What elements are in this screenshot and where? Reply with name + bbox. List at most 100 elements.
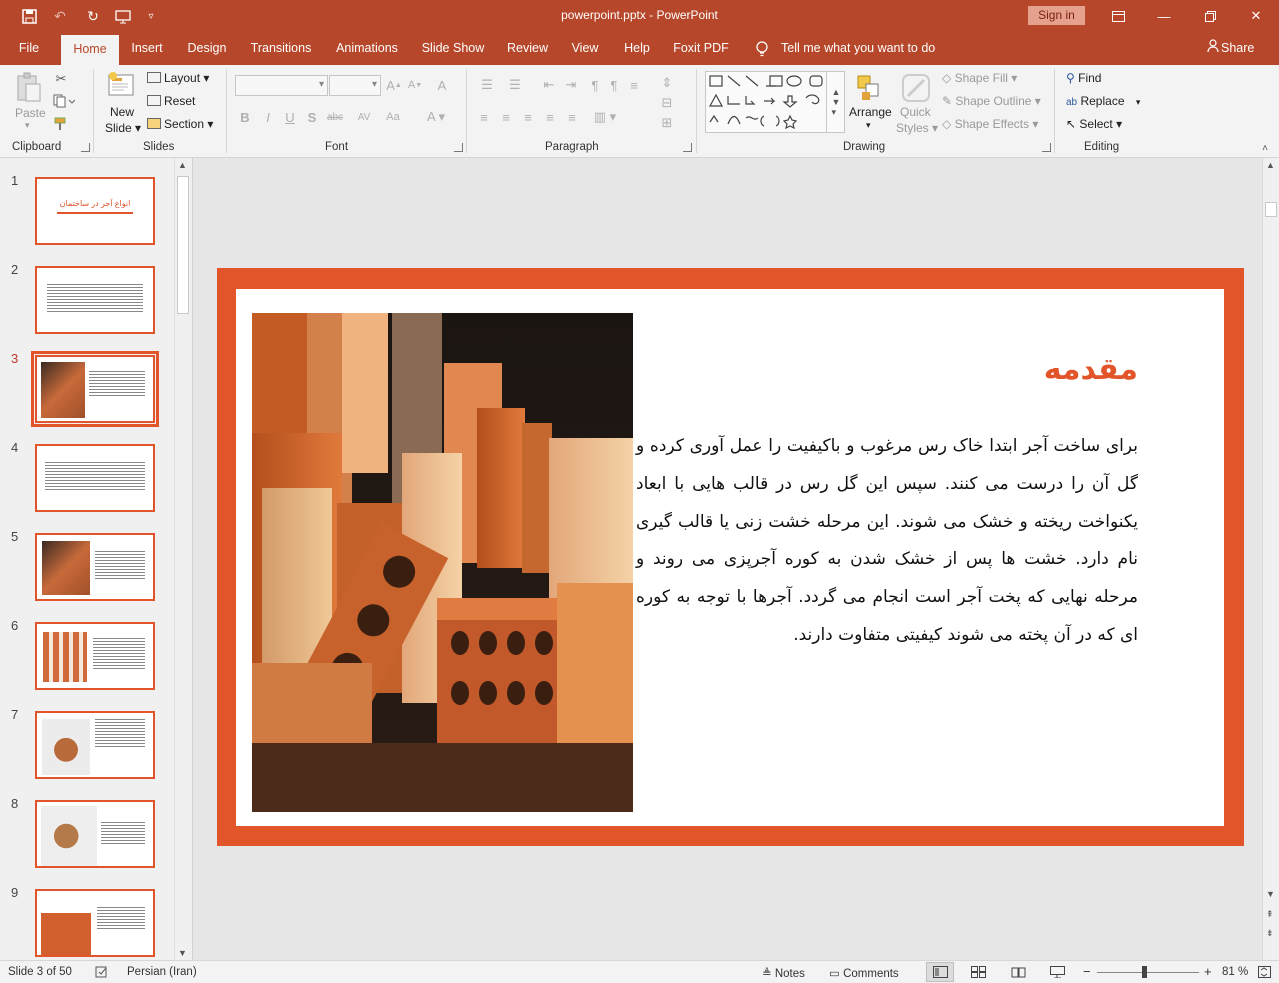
slide-thumbnail-8[interactable]	[35, 800, 155, 868]
font-size-combo[interactable]: ▾	[329, 75, 381, 96]
align-center-icon[interactable]: ≡	[498, 109, 514, 125]
change-case-icon[interactable]: Aa	[382, 109, 404, 125]
smartart-icon[interactable]: ⊞	[656, 115, 678, 131]
slideshow-view-icon[interactable]	[1050, 966, 1065, 981]
thumbnail-scrollbar[interactable]: ▲ ▼	[174, 158, 191, 960]
line-spacing-icon[interactable]: ≡	[626, 77, 642, 93]
slide-thumbnail-4[interactable]	[35, 444, 155, 512]
align-left-icon[interactable]: ≡	[476, 109, 492, 125]
comments-button[interactable]: ▭ Comments	[829, 966, 899, 980]
zoom-slider[interactable]	[1097, 966, 1199, 978]
slide-title[interactable]: مقدمه	[640, 352, 1138, 387]
tab-home[interactable]: Home	[61, 35, 119, 65]
distributed-icon[interactable]: ≡	[564, 109, 580, 125]
decrease-indent-icon[interactable]: ⇤	[541, 77, 557, 93]
tab-file[interactable]: File	[8, 32, 50, 65]
spell-check-icon[interactable]	[95, 966, 109, 981]
columns-icon[interactable]: ▥ ▾	[590, 109, 620, 125]
bold-icon[interactable]: B	[238, 109, 252, 125]
drawing-launcher-icon[interactable]	[1042, 143, 1051, 152]
layout-button[interactable]: Layout ▾	[147, 71, 209, 85]
next-slide-icon[interactable]: ⇟	[1266, 928, 1274, 939]
shape-effects-button[interactable]: ◇ Shape Effects ▾	[942, 117, 1038, 131]
new-slide-icon[interactable]	[106, 70, 138, 102]
select-button[interactable]: ↖ Select ▾	[1066, 117, 1122, 131]
font-launcher-icon[interactable]	[454, 143, 463, 152]
tab-review[interactable]: Review	[503, 32, 552, 65]
zoom-in-button[interactable]: +	[1204, 964, 1212, 979]
italic-icon[interactable]: I	[261, 109, 275, 125]
tab-transitions[interactable]: Transitions	[246, 32, 316, 65]
zoom-level[interactable]: 81 %	[1222, 966, 1248, 978]
tab-help[interactable]: Help	[618, 32, 656, 65]
quick-styles-icon[interactable]	[899, 71, 933, 105]
zoom-out-button[interactable]: −	[1083, 964, 1091, 979]
new-slide-label-2[interactable]: Slide ▾	[105, 121, 141, 135]
normal-view-button[interactable]	[926, 962, 954, 982]
reset-button[interactable]: Reset	[147, 94, 195, 108]
slide-thumbnail-9[interactable]	[35, 889, 155, 957]
align-right-icon[interactable]: ≡	[520, 109, 536, 125]
fit-to-window-icon[interactable]	[1258, 966, 1271, 981]
arrange-icon[interactable]	[853, 71, 885, 103]
paste-icon[interactable]	[14, 71, 44, 105]
reading-view-icon[interactable]	[1011, 966, 1026, 981]
shapes-scroll-icon[interactable]: ▲ ▼ ▾	[826, 71, 845, 133]
increase-indent-icon[interactable]: ⇥	[563, 77, 579, 93]
increase-font-icon[interactable]: A ▲	[386, 77, 402, 93]
language-indicator[interactable]: Persian (Iran)	[127, 966, 197, 978]
underline-icon[interactable]: U	[283, 109, 297, 125]
quick-styles-label-1[interactable]: Quick	[900, 105, 931, 119]
paste-label[interactable]: Paste	[15, 106, 46, 120]
character-spacing-icon[interactable]: AV	[353, 109, 375, 125]
shape-outline-button[interactable]: ✎ Shape Outline ▾	[942, 94, 1041, 108]
new-slide-label-1[interactable]: New	[110, 105, 134, 119]
slide-thumbnail-6[interactable]	[35, 622, 155, 690]
text-direction-ltr-icon[interactable]: ¶	[606, 77, 622, 93]
tab-animations[interactable]: Animations	[330, 32, 404, 65]
scrollbar-thumb[interactable]	[1265, 202, 1277, 217]
slide-thumbnail-3[interactable]	[31, 351, 159, 427]
paste-dropdown-icon[interactable]: ▾	[25, 120, 30, 131]
bricks-image[interactable]	[252, 313, 633, 812]
clipboard-launcher-icon[interactable]	[81, 143, 90, 152]
cut-icon[interactable]: ✂	[52, 70, 70, 88]
sign-in-button[interactable]: Sign in	[1028, 6, 1085, 25]
slide-thumbnail-1[interactable]: انواع آجر در ساختمان	[35, 177, 155, 245]
paragraph-launcher-icon[interactable]	[683, 143, 692, 152]
text-direction-icon[interactable]: ⇕	[656, 75, 678, 91]
scroll-down-icon[interactable]: ▼	[1266, 889, 1275, 899]
ribbon-display-icon[interactable]	[1095, 0, 1141, 32]
collapse-ribbon-icon[interactable]: ˄	[1258, 143, 1272, 154]
slide-body-text[interactable]: برای ساخت آجر ابتدا خاک رس مرغوب و باکیف…	[636, 428, 1138, 655]
shape-fill-button[interactable]: ◇ Shape Fill ▾	[942, 71, 1017, 85]
decrease-font-icon[interactable]: A ▼	[407, 77, 423, 93]
arrange-dropdown-icon[interactable]: ▾	[866, 120, 871, 131]
section-button[interactable]: Section ▾	[147, 117, 213, 131]
bullets-icon[interactable]: ☰	[476, 77, 498, 93]
clear-formatting-icon[interactable]: A	[434, 77, 450, 93]
notes-button[interactable]: ≜ Notes	[762, 966, 805, 980]
font-color-icon[interactable]: A ▾	[424, 109, 448, 125]
tell-me-search[interactable]: Tell me what you want to do	[781, 32, 935, 65]
slide-thumbnail-2[interactable]	[35, 266, 155, 334]
quick-styles-label-2[interactable]: Styles ▾	[896, 121, 938, 135]
tab-view[interactable]: View	[566, 32, 604, 65]
slide-sorter-icon[interactable]	[971, 966, 986, 981]
align-text-icon[interactable]: ⊟	[656, 95, 678, 111]
find-button[interactable]: ⚲ Find	[1066, 71, 1101, 85]
strikethrough-icon[interactable]: abc	[326, 109, 344, 125]
scroll-down-icon[interactable]: ▼	[178, 948, 187, 958]
scroll-up-icon[interactable]: ▲	[1266, 160, 1275, 170]
scrollbar-thumb[interactable]	[177, 176, 189, 314]
text-direction-rtl-icon[interactable]: ¶	[587, 77, 603, 93]
tab-foxit-pdf[interactable]: Foxit PDF	[670, 32, 732, 65]
justify-icon[interactable]: ≡	[542, 109, 558, 125]
minimize-icon[interactable]: —	[1141, 0, 1187, 32]
zoom-slider-thumb[interactable]	[1141, 966, 1147, 978]
tab-design[interactable]: Design	[182, 32, 232, 65]
slide-thumbnail-7[interactable]	[35, 711, 155, 779]
replace-button[interactable]: ab Replace ▾	[1066, 94, 1140, 108]
tab-insert[interactable]: Insert	[124, 32, 170, 65]
share-button[interactable]: Share	[1207, 32, 1254, 65]
